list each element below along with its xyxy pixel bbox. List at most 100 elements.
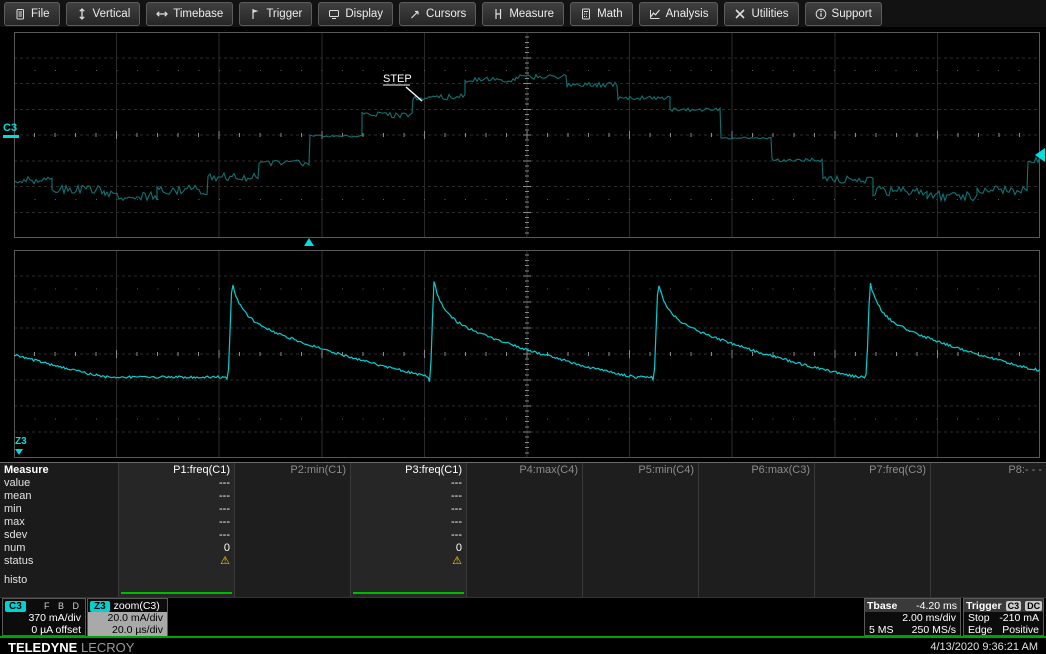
menu-button-trigger[interactable]: Trigger <box>239 2 312 26</box>
channel-c3-level-marker[interactable]: C3 <box>3 122 19 138</box>
measure-cell-sdev <box>935 529 1042 542</box>
oscilloscope-screen: FileVerticalTimebaseTrigger Display Cursor… <box>0 0 1046 654</box>
measure-row-label-min: min <box>4 503 118 516</box>
menu-button-analysis[interactable]: Analysis <box>639 2 719 26</box>
top-waveform-grid[interactable]: STEP <box>14 32 1040 238</box>
trigger-mode: Stop <box>968 612 990 624</box>
measure-cell-num <box>819 542 926 555</box>
menu-button-math[interactable]: Math <box>570 2 633 26</box>
z3-time-per-div: 20.0 µs/div <box>88 624 167 636</box>
channel-c3-tile[interactable]: C3 F B D 370 mA/div 0 µA offset <box>2 598 86 636</box>
menu-button-utilities[interactable]: Utilities <box>724 2 798 26</box>
measure-cell-mean <box>703 490 810 503</box>
measure-row-labels: Measure valuemeanminmaxsdevnumstatushist… <box>0 463 118 597</box>
menu-button-support[interactable]: Support <box>805 2 882 26</box>
measure-title: Measure <box>4 463 118 477</box>
trigger-level-marker-icon[interactable] <box>1035 148 1045 162</box>
measure-row-label-mean: mean <box>4 490 118 503</box>
measure-column-p8[interactable]: P8:- - - <box>930 463 1046 597</box>
measure-cell-histo <box>587 574 694 587</box>
measure-column-header[interactable]: P2:min(C1) <box>239 463 346 477</box>
menu-button-measure[interactable]: Measure <box>482 2 564 26</box>
z3-title: zoom(C3) <box>114 600 160 612</box>
measure-cell-mean <box>471 490 578 503</box>
measure-column-p6[interactable]: P6:max(C3) <box>698 463 814 597</box>
menu-button-label: Support <box>832 8 872 20</box>
teledyne-lecroy-logo: TELEDYNE LECROY <box>8 640 134 654</box>
menu-button-file[interactable]: File <box>4 2 60 26</box>
menu-button-label: Analysis <box>666 8 709 20</box>
vertical-arrows-icon <box>76 8 88 20</box>
measure-cell-min <box>471 503 578 516</box>
measure-cell-mean: --- <box>123 490 230 503</box>
measure-cell-num: 0 <box>355 542 462 555</box>
trigger-time-marker-icon[interactable] <box>304 238 314 246</box>
measure-histogram-baseline <box>353 592 464 594</box>
measure-cell-max <box>587 516 694 529</box>
measure-cell-status <box>471 555 578 568</box>
measure-cell-value <box>819 477 926 490</box>
measure-column-p7[interactable]: P7:freq(C3) <box>814 463 930 597</box>
z3-arrow-icon <box>15 449 23 455</box>
menu-button-label: Cursors <box>426 8 466 20</box>
measure-column-header[interactable]: P1:freq(C1) <box>123 463 230 477</box>
measure-cell-status <box>587 555 694 568</box>
measure-cell-mean <box>819 490 926 503</box>
measure-column-header[interactable]: P8:- - - <box>935 463 1042 477</box>
measure-cell-histo <box>239 574 346 587</box>
measure-cell-num <box>703 542 810 555</box>
measure-column-header[interactable]: P6:max(C3) <box>703 463 810 477</box>
measure-cell-sdev <box>587 529 694 542</box>
measure-cell-sdev: --- <box>123 529 230 542</box>
measure-column-p3[interactable]: P3:freq(C1)---------------0⚠ <box>350 463 466 597</box>
zoom-z3-tile[interactable]: Z3 zoom(C3) 20.0 mA/div 20.0 µs/div <box>87 598 168 636</box>
measure-cell-sdev <box>471 529 578 542</box>
measure-cell-max <box>239 516 346 529</box>
measure-cell-value <box>587 477 694 490</box>
measure-caliper-icon <box>492 8 504 20</box>
timebase-tile[interactable]: Tbase -4.20 ms 2.00 ms/div 5 MS 250 MS/s <box>864 598 961 636</box>
c3-label: C3 <box>3 122 17 134</box>
menu-button-display[interactable]: Display <box>318 2 393 26</box>
measure-cell-min <box>239 503 346 516</box>
measure-cell-num: 0 <box>123 542 230 555</box>
trigger-tile[interactable]: Trigger C3 DC Stop -210 mA Edge Positive <box>963 598 1044 636</box>
brand-bar: TELEDYNE LECROY 4/13/2020 9:36:21 AM <box>0 638 1046 654</box>
measure-column-p2[interactable]: P2:min(C1) <box>234 463 350 597</box>
measure-row-label-max: max <box>4 516 118 529</box>
menu-button-timebase[interactable]: Timebase <box>146 2 233 26</box>
measure-cell-mean <box>587 490 694 503</box>
measure-cell-histo <box>355 574 462 587</box>
measure-column-header[interactable]: P4:max(C4) <box>471 463 578 477</box>
measure-column-p1[interactable]: P1:freq(C1)---------------0⚠ <box>118 463 234 597</box>
z3-label: Z3 <box>15 436 27 447</box>
measure-cell-value: --- <box>123 477 230 490</box>
zoom-z3-position-marker[interactable]: Z3 <box>15 437 27 455</box>
measure-column-header[interactable]: P7:freq(C3) <box>819 463 926 477</box>
tbase-label: Tbase <box>867 600 897 612</box>
menu-button-label: Display <box>345 8 383 20</box>
trigger-flag-icon <box>249 8 261 20</box>
support-info-icon <box>815 8 827 20</box>
measure-column-p4[interactable]: P4:max(C4) <box>466 463 582 597</box>
measure-cell-sdev <box>703 529 810 542</box>
measure-cell-value: --- <box>355 477 462 490</box>
z3-channel-badge: Z3 <box>90 601 110 612</box>
measure-cell-max <box>471 516 578 529</box>
menu-button-label: Utilities <box>751 8 788 20</box>
measure-cell-max <box>703 516 810 529</box>
measure-cell-histo <box>819 574 926 587</box>
c3-channel-badge: C3 <box>5 601 26 612</box>
measure-column-header[interactable]: P3:freq(C1) <box>355 463 462 477</box>
trigger-type: Edge <box>968 624 993 636</box>
measure-cell-status: ⚠ <box>355 555 462 568</box>
zoom-waveform-grid[interactable] <box>14 250 1040 458</box>
menu-button-cursors[interactable]: Cursors <box>399 2 476 26</box>
measure-cell-value <box>239 477 346 490</box>
measure-cell-status <box>819 555 926 568</box>
measure-cell-min <box>819 503 926 516</box>
trigger-coupling-badge: DC <box>1025 601 1042 611</box>
measure-column-header[interactable]: P5:min(C4) <box>587 463 694 477</box>
menu-button-vertical[interactable]: Vertical <box>66 2 141 26</box>
measure-column-p5[interactable]: P5:min(C4) <box>582 463 698 597</box>
